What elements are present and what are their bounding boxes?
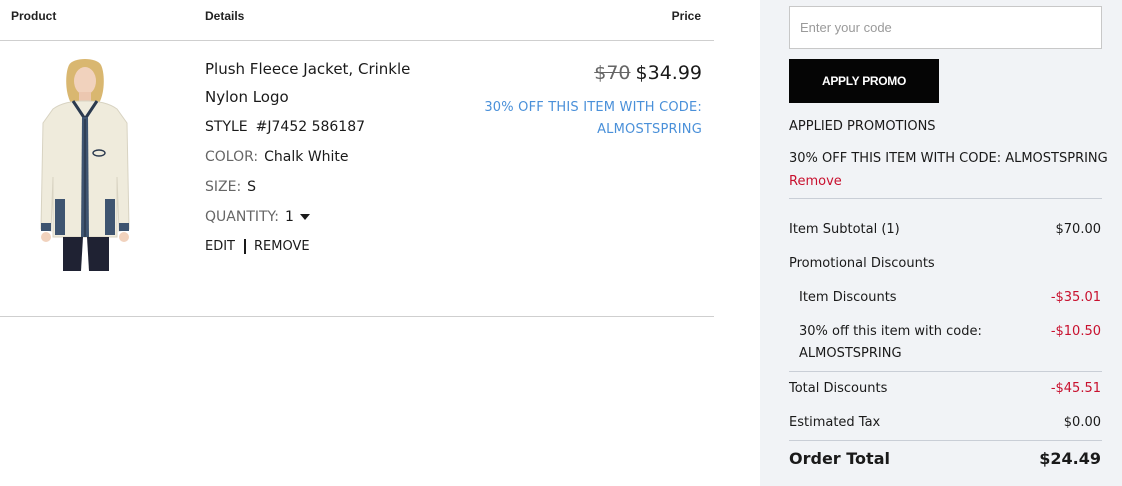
subtotal-value: $70.00 (1055, 222, 1102, 237)
price-line: $70 $34.99 (594, 61, 702, 85)
size-value: S (247, 179, 257, 195)
quantity-label: QUANTITY: (205, 209, 279, 225)
column-header-product: Product (11, 9, 57, 23)
total-discounts-label: Total Discounts (789, 381, 888, 396)
chevron-down-icon[interactable] (299, 214, 310, 220)
summary-divider (789, 198, 1102, 199)
original-price: $70 (594, 62, 631, 84)
item-promo-note: 30% OFF THIS ITEM WITH CODE: ALMOSTSPRIN… (484, 100, 702, 137)
estimated-tax-value: $0.00 (1063, 415, 1101, 430)
quantity-value[interactable]: 1 (285, 209, 294, 225)
fleece-jacket-photo[interactable] (33, 59, 137, 271)
size-label: SIZE: (205, 179, 242, 195)
item-discounts-label: Item Discounts (799, 290, 897, 305)
product-name[interactable]: Plush Fleece Jacket, Crinkle Nylon Logo (205, 55, 445, 111)
code-discount-label: 30% off this item with code: ALMOSTSPRIN… (799, 324, 982, 361)
color-label: COLOR: (205, 149, 259, 165)
summary-divider (789, 440, 1102, 441)
item-color: COLOR: Chalk White (205, 148, 349, 166)
action-divider (244, 239, 246, 254)
code-discount-value: -$10.50 (1050, 324, 1101, 339)
style-value: #J7452 586187 (255, 119, 366, 135)
cart-item-row: Plush Fleece Jacket, Crinkle Nylon Logo … (0, 41, 714, 317)
apply-promo-button[interactable]: APPLY PROMO (789, 59, 939, 103)
remove-item-link[interactable]: REMOVE (254, 239, 310, 254)
applied-promotions-title: APPLIED PROMOTIONS (789, 119, 936, 134)
item-actions: EDIT REMOVE (205, 239, 310, 255)
promo-code-input[interactable] (789, 6, 1102, 49)
item-discounts-value: -$35.01 (1050, 290, 1101, 305)
column-header-details: Details (205, 9, 245, 23)
edit-item-link[interactable]: EDIT (205, 239, 235, 254)
summary-divider (789, 371, 1102, 372)
style-label: STYLE (205, 119, 248, 135)
cart-table: Product Details Price Plush Fleece Jacke… (0, 0, 714, 486)
subtotal-label: Item Subtotal (1) (789, 222, 900, 237)
order-summary-panel: APPLY PROMO APPLIED PROMOTIONS 30% OFF T… (760, 0, 1122, 486)
estimated-tax-label: Estimated Tax (789, 415, 881, 430)
column-header-price: Price (671, 9, 701, 23)
cart-table-header: Product Details Price (0, 0, 714, 41)
item-size: SIZE: S (205, 178, 256, 196)
remove-promotion-link[interactable]: Remove (789, 174, 842, 189)
order-total-value: $24.49 (1039, 449, 1101, 468)
promotional-discounts-label: Promotional Discounts (789, 256, 935, 271)
applied-promotion-text: 30% OFF THIS ITEM WITH CODE: ALMOSTSPRIN… (789, 151, 1108, 166)
order-total-label: Order Total (789, 449, 890, 468)
quantity-selector[interactable]: QUANTITY: 1 (205, 208, 310, 226)
total-discounts-value: -$45.51 (1050, 381, 1101, 396)
item-style: STYLE #J7452 586187 (205, 118, 365, 136)
sale-price: $34.99 (635, 62, 702, 84)
color-value: Chalk White (264, 149, 349, 165)
